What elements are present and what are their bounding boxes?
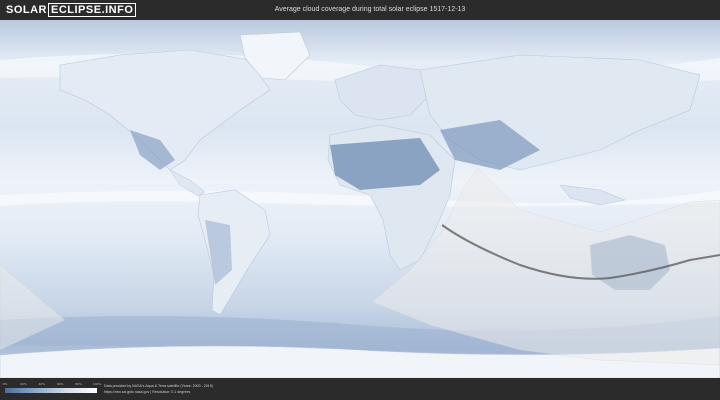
scale-tick: 40% [38, 382, 46, 386]
site-logo[interactable]: SOLAR ECLIPSE.INFO [6, 3, 137, 17]
scale-tick: 60% [56, 382, 64, 386]
logo-solar-text: SOLAR [6, 4, 47, 16]
scale-tick: 0% [2, 382, 8, 386]
logo-domain-text: ECLIPSE.INFO [48, 3, 137, 17]
cloud-coverage-map [0, 20, 720, 378]
cloud-coverage-color-scale [5, 388, 97, 393]
scale-tick: 20% [20, 382, 27, 386]
world-map-svg [0, 20, 720, 378]
data-credit: Data provided by NASA's Aqua & Terra sat… [104, 384, 213, 388]
data-source-link[interactable]: https://neo.sci.gsfc.nasa.gov | Resoluti… [104, 390, 190, 395]
scale-tick: 80% [75, 382, 82, 386]
page-title: Average cloud coverage during total sola… [274, 6, 466, 13]
footer-bar: 0% 20% 40% 60% 80% 100% Data provided by… [0, 378, 720, 400]
header-bar: SOLAR ECLIPSE.INFO Average cloud coverage… [0, 0, 720, 20]
scale-tick: 100% [92, 382, 102, 386]
